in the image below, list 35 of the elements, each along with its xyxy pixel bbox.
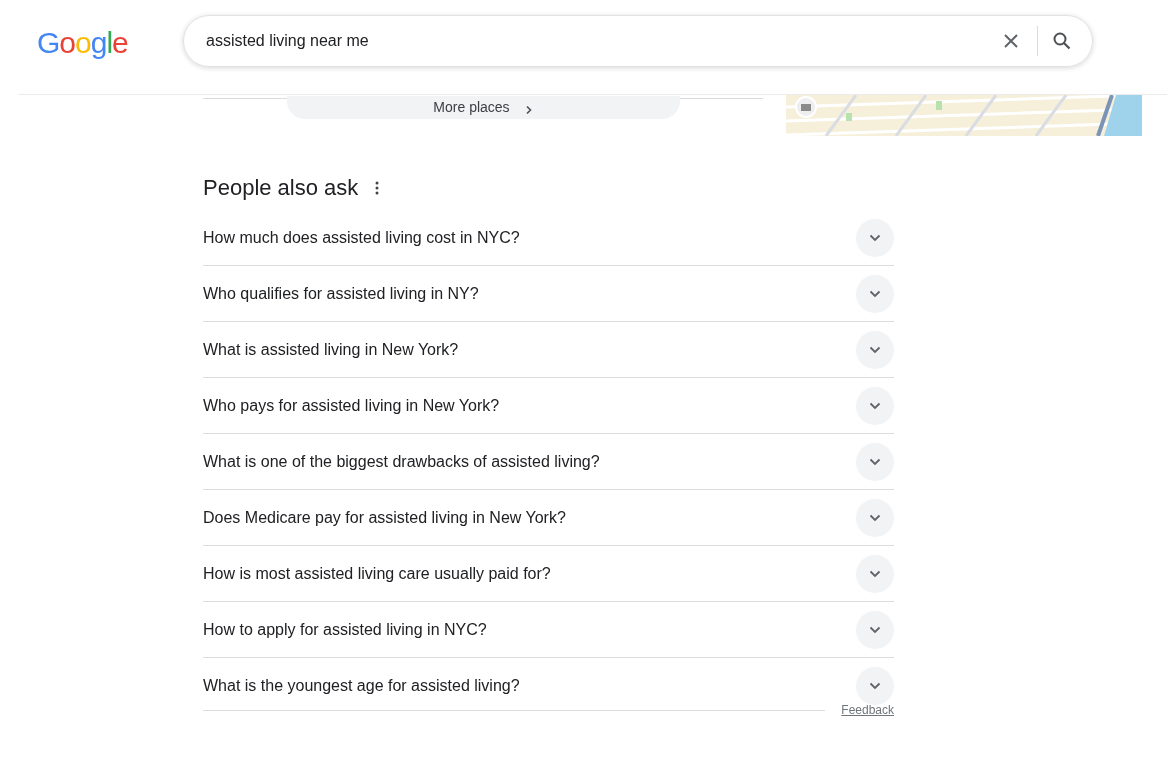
expand-button[interactable] [856,498,894,537]
search-field[interactable]: assisted living near me [204,30,1003,51]
more-options-icon[interactable] [375,181,380,195]
expand-button[interactable] [856,218,894,257]
chevron-down-icon [869,233,881,242]
question-item[interactable]: Who pays for assisted living in New York? [203,396,500,415]
more-places-button[interactable]: More places [287,96,680,119]
chevron-down-icon [869,625,881,634]
question-item[interactable]: What is one of the biggest drawbacks of assisted living? [203,452,600,471]
chevron-down-icon [869,289,881,298]
question-item[interactable]: How to apply for assisted living in NYC? [203,620,487,639]
feedback-link[interactable]: Feedback [841,703,894,717]
question-item[interactable]: What is the youngest age for assisted living? [203,676,520,695]
question-item[interactable]: Who qualifies for assisted living in NY? [203,284,479,303]
chevron-down-icon [869,513,881,522]
expand-button[interactable] [856,330,894,369]
chevron-down-icon [869,681,881,690]
section-title: People also ask [203,175,359,201]
expand-button[interactable] [856,442,894,481]
question-item[interactable]: How much does assisted living cost in NYC? [203,228,520,247]
question-item[interactable]: How is most assisted living care usually paid for? [203,564,551,583]
close-icon[interactable] [1003,32,1019,49]
chevron-down-icon [869,345,881,354]
expand-button[interactable] [856,274,894,313]
chevron-down-icon [869,457,881,466]
expand-button[interactable] [856,554,894,593]
question-item[interactable]: Does Medicare pay for assisted living in New York? [203,508,566,527]
question-item[interactable]: What is assisted living in New York? [203,340,459,359]
search-icon[interactable] [1052,30,1072,51]
chevron-down-icon [869,569,881,578]
expand-button[interactable] [856,610,894,649]
expand-button[interactable] [856,666,894,705]
google-logo[interactable]: Google [37,25,134,60]
expand-button[interactable] [856,386,894,425]
chevron-down-icon [869,401,881,410]
